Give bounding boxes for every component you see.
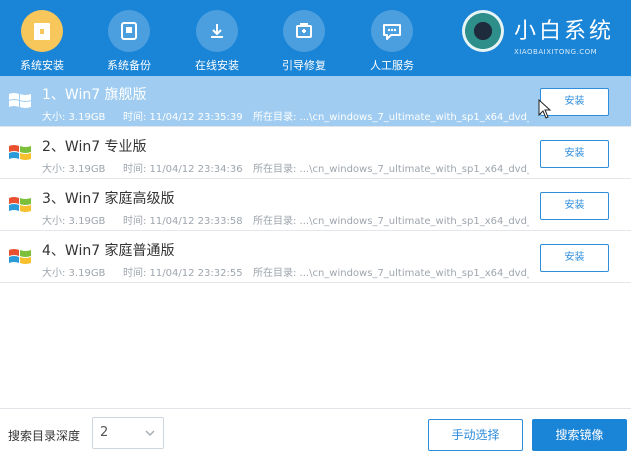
nav-label: 人工服务 (370, 59, 414, 72)
image-path: 所在目录: ...\cn_windows_7_ultimate_with_sp1… (253, 268, 529, 279)
image-time: 时间: 11/04/12 23:34:36 (123, 164, 243, 175)
image-title: 3、Win7 家庭高级版 (42, 191, 175, 207)
nav-label: 在线安装 (195, 59, 239, 72)
image-time: 时间: 11/04/12 23:33:58 (123, 216, 243, 227)
install-button[interactable]: 安装 (540, 244, 609, 272)
image-path: 所在目录: ...\cn_windows_7_ultimate_with_sp1… (253, 216, 529, 227)
nav-label: 系统安装 (20, 59, 64, 72)
chat-service-icon (371, 10, 413, 52)
system-backup-icon (108, 10, 150, 52)
install-button[interactable]: 安装 (540, 192, 609, 220)
image-size: 大小: 3.19GB (42, 216, 106, 227)
nav-system-backup[interactable]: 系统备份 (89, 0, 169, 76)
install-button[interactable]: 安装 (540, 140, 609, 168)
windows-logo-icon (9, 249, 31, 264)
nav-label: 引导修复 (282, 59, 326, 72)
online-install-icon (196, 10, 238, 52)
image-time: 时间: 11/04/12 23:35:39 (123, 112, 243, 123)
app-header: 系统安装 系统备份 在线安装 引导修复 人工服务 小白系统 XIAOBAIXIT… (0, 0, 631, 76)
nav-label: 系统备份 (107, 59, 151, 72)
list-item[interactable]: 2、Win7 专业版 大小: 3.19GB 时间: 11/04/12 23:34… (0, 128, 631, 179)
image-title: 2、Win7 专业版 (42, 139, 147, 155)
nav-system-install[interactable]: 系统安装 (2, 0, 82, 76)
list-item[interactable]: 1、Win7 旗舰版 大小: 3.19GB 时间: 11/04/12 23:35… (0, 76, 631, 127)
windows-logo-icon (9, 93, 31, 108)
boot-repair-icon (283, 10, 325, 52)
mouse-cursor-icon (538, 99, 552, 119)
chevron-down-icon (145, 430, 155, 437)
app-logo: 小白系统 XIAOBAIXITONG.COM (462, 8, 624, 68)
nav-chat-service[interactable]: 人工服务 (352, 0, 432, 76)
search-image-button[interactable]: 搜索镜像 (532, 419, 627, 451)
logo-subtitle: XIAOBAIXITONG.COM (514, 48, 598, 56)
image-time: 时间: 11/04/12 23:32:55 (123, 268, 243, 279)
logo-title: 小白系统 (514, 19, 615, 44)
image-size: 大小: 3.19GB (42, 112, 106, 123)
windows-logo-icon (9, 145, 31, 160)
nav-online-install[interactable]: 在线安装 (177, 0, 257, 76)
search-depth-value: 2 (100, 425, 109, 440)
footer-bar: 搜索目录深度 2 手动选择 搜索镜像 (0, 408, 631, 458)
image-size: 大小: 3.19GB (42, 164, 106, 175)
logo-mark (462, 10, 504, 52)
system-install-icon (21, 10, 63, 52)
search-depth-label: 搜索目录深度 (8, 429, 81, 443)
nav-boot-repair[interactable]: 引导修复 (264, 0, 344, 76)
image-title: 1、Win7 旗舰版 (42, 87, 147, 103)
image-title: 4、Win7 家庭普通版 (42, 243, 175, 259)
manual-select-button[interactable]: 手动选择 (428, 419, 523, 451)
list-item[interactable]: 4、Win7 家庭普通版 大小: 3.19GB 时间: 11/04/12 23:… (0, 232, 631, 283)
list-item[interactable]: 3、Win7 家庭高级版 大小: 3.19GB 时间: 11/04/12 23:… (0, 180, 631, 231)
search-depth-select[interactable]: 2 (92, 417, 164, 449)
image-size: 大小: 3.19GB (42, 268, 106, 279)
windows-logo-icon (9, 197, 31, 212)
image-path: 所在目录: ...\cn_windows_7_ultimate_with_sp1… (253, 164, 529, 175)
image-path: 所在目录: ...\cn_windows_7_ultimate_with_sp1… (253, 112, 529, 123)
